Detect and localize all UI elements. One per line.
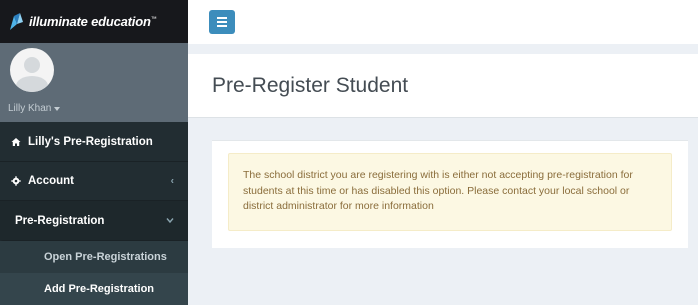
submenu-item-label: Add Pre-Registration — [44, 283, 155, 295]
sidebar-item-label: Pre-Registration — [15, 214, 105, 227]
user-menu[interactable]: Lilly Khan — [8, 103, 61, 115]
sidebar-toggle-button[interactable] — [209, 10, 235, 34]
page-title: Pre-Register Student — [212, 73, 409, 97]
alert-message: The school district you are registering … — [243, 169, 633, 213]
sidebar-item-account[interactable]: Account ‹ — [0, 161, 188, 202]
content-box: The school district you are registering … — [212, 140, 688, 248]
sidebar-item-label: Account — [28, 175, 74, 188]
user-panel: Lilly Khan — [0, 43, 188, 123]
submenu-item-add-pre-registration[interactable]: Add Pre-Registration — [0, 273, 188, 305]
brand-logo-bar[interactable]: illuminate education™ — [0, 0, 188, 44]
warning-alert: The school district you are registering … — [228, 153, 672, 231]
sidebar-item-pre-registration[interactable]: Pre-Registration — [0, 201, 188, 241]
chevron-down-icon — [166, 215, 174, 226]
submenu-item-label: Open Pre-Registrations — [44, 251, 167, 263]
sidebar-item-label: Lilly's Pre-Registration — [28, 135, 153, 148]
pre-registration-submenu: Open Pre-Registrations Add Pre-Registrat… — [0, 241, 188, 305]
avatar — [10, 48, 54, 93]
home-icon — [10, 137, 22, 147]
page-header: Pre-Register Student — [188, 54, 698, 118]
top-navbar — [188, 0, 698, 44]
chevron-left-icon: ‹ — [170, 175, 174, 187]
illuminate-logo-icon — [8, 12, 24, 32]
caret-down-icon — [54, 106, 61, 111]
app-window: illuminate education™ Lilly Khan Lilly's… — [0, 0, 698, 305]
user-name: Lilly Khan — [8, 103, 52, 115]
gear-icon — [10, 176, 22, 186]
hamburger-icon — [217, 17, 227, 19]
sidebar: illuminate education™ Lilly Khan Lilly's… — [0, 0, 188, 305]
submenu-item-open-pre-registrations[interactable]: Open Pre-Registrations — [0, 241, 188, 273]
sidebar-item-my-pre-registration[interactable]: Lilly's Pre-Registration — [0, 122, 188, 162]
main-content: Pre-Register Student The school district… — [188, 0, 698, 305]
brand-name: illuminate education™ — [29, 14, 157, 30]
